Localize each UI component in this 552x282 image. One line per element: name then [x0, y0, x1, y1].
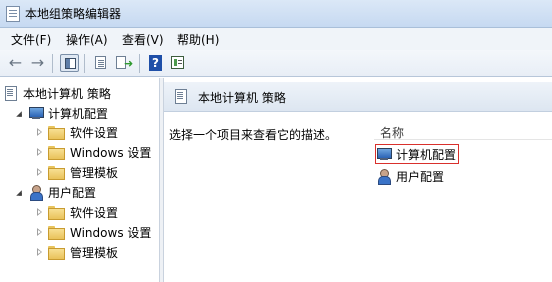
forward-arrow-icon[interactable]: →	[28, 54, 47, 72]
computer-icon	[376, 147, 392, 161]
console-tree: 本地计算机 策略 计算机配置 软件设置 Windows 设置 管理模板 用户配置…	[0, 78, 160, 282]
tree-item-label: 本地计算机 策略	[23, 86, 111, 101]
menu-help[interactable]: 帮助(H)	[177, 31, 219, 48]
tree-item-local-computer-policy[interactable]: 本地计算机 策略	[4, 83, 111, 103]
tree-item-label: 计算机配置	[48, 106, 109, 121]
tree-item-label: 管理模板	[70, 165, 119, 180]
menu-view[interactable]: 查看(V)	[122, 31, 164, 48]
item-description: 选择一个项目来查看它的描述。	[169, 128, 338, 142]
menu-bar: 文件(F) 操作(A) 查看(V) 帮助(H)	[0, 28, 552, 50]
toolbar: ← → ➜ ?	[0, 50, 552, 77]
action-pane-icon	[171, 56, 184, 69]
help-button[interactable]: ?	[146, 54, 165, 72]
menu-action[interactable]: 操作(A)	[66, 31, 108, 48]
expand-arrow-icon[interactable]	[34, 147, 44, 157]
tree-item-label: 用户配置	[48, 185, 97, 200]
list-item-user-config[interactable]: 用户配置	[376, 167, 446, 185]
show-hide-tree-button[interactable]	[60, 54, 79, 72]
export-arrow-icon: ➜	[124, 57, 134, 70]
user-icon	[28, 184, 44, 201]
console-tree-icon	[65, 58, 76, 69]
tree-item-user-software-settings[interactable]: 软件设置	[34, 202, 118, 222]
export-list-button[interactable]: ➜	[113, 54, 134, 72]
tree-item-user-admin-templates[interactable]: 管理模板	[34, 242, 118, 262]
list-item-computer-config[interactable]: 计算机配置	[374, 144, 460, 164]
tree-item-computer-windows-settings[interactable]: Windows 设置	[34, 142, 151, 162]
folder-icon	[48, 226, 65, 240]
menu-file[interactable]: 文件(F)	[11, 31, 51, 48]
toolbar-separator	[52, 54, 53, 73]
details-header-title: 本地计算机 策略	[198, 91, 286, 105]
tree-item-computer-config[interactable]: 计算机配置	[14, 103, 108, 123]
computer-icon	[28, 106, 44, 120]
list-item-label: 用户配置	[396, 169, 445, 184]
expand-arrow-icon[interactable]	[34, 167, 44, 177]
policy-document-icon	[174, 89, 187, 104]
window-title: 本地组策略编辑器	[25, 7, 122, 21]
tree-item-label: 软件设置	[70, 125, 119, 140]
expand-arrow-icon[interactable]	[34, 207, 44, 217]
properties-list-button[interactable]	[91, 54, 110, 72]
policy-editor-app-icon	[6, 6, 20, 22]
details-pane: 本地计算机 策略 选择一个项目来查看它的描述。 名称 计算机配置 用户配置	[164, 78, 552, 282]
title-bar: 本地组策略编辑器	[0, 0, 552, 28]
expand-arrow-icon[interactable]	[34, 127, 44, 137]
collapse-arrow-icon[interactable]	[14, 187, 24, 197]
details-header: 本地计算机 策略	[164, 82, 552, 112]
folder-icon	[48, 246, 65, 260]
column-header-divider	[374, 139, 552, 140]
folder-icon	[48, 126, 65, 140]
help-icon: ?	[149, 55, 162, 71]
action-pane-button[interactable]	[168, 54, 187, 72]
tree-item-computer-admin-templates[interactable]: 管理模板	[34, 162, 118, 182]
policy-document-icon	[4, 85, 17, 101]
toolbar-separator	[139, 54, 140, 73]
back-arrow-icon[interactable]: ←	[6, 54, 25, 72]
folder-icon	[48, 166, 65, 180]
user-icon	[376, 168, 392, 185]
expand-arrow-icon[interactable]	[34, 247, 44, 257]
tree-item-label: Windows 设置	[70, 225, 152, 240]
toolbar-separator	[84, 54, 85, 73]
tree-item-label: 软件设置	[70, 205, 119, 220]
list-item-label: 计算机配置	[396, 147, 457, 162]
folder-icon	[48, 206, 65, 220]
collapse-arrow-icon[interactable]	[14, 108, 24, 118]
tree-item-user-config[interactable]: 用户配置	[14, 182, 96, 202]
tree-item-label: 管理模板	[70, 245, 119, 260]
expand-arrow-icon[interactable]	[34, 227, 44, 237]
folder-icon	[48, 146, 65, 160]
tree-item-computer-software-settings[interactable]: 软件设置	[34, 122, 118, 142]
tree-item-label: Windows 设置	[70, 145, 152, 160]
document-icon	[95, 56, 106, 69]
tree-item-user-windows-settings[interactable]: Windows 设置	[34, 222, 151, 242]
